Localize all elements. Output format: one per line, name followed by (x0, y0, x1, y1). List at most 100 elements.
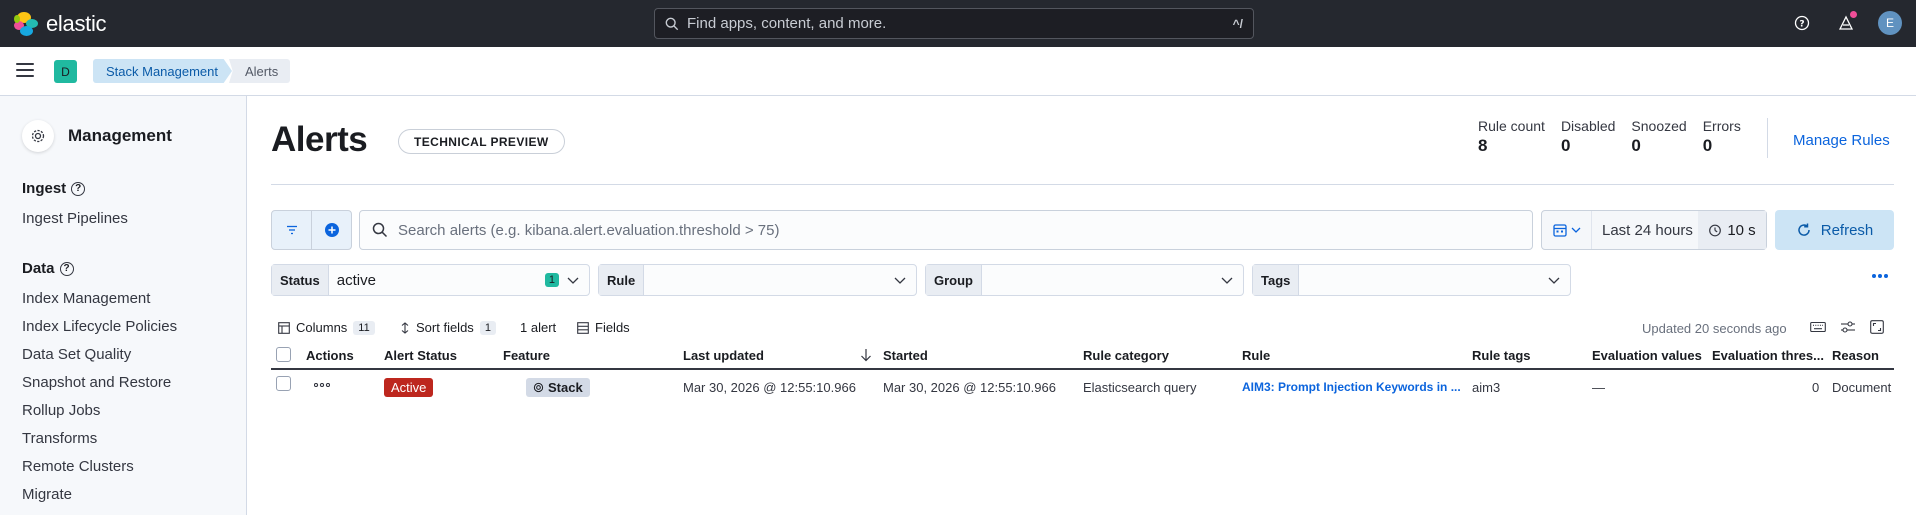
fields-button[interactable]: Fields (577, 320, 630, 335)
help-icon[interactable]: ? (59, 261, 74, 276)
sidebar-item-rollup-jobs[interactable]: Rollup Jobs (22, 402, 100, 419)
column-header-started[interactable]: Started (883, 348, 928, 363)
column-header-feature[interactable]: Feature (503, 348, 550, 363)
menu-toggle-icon[interactable] (16, 63, 34, 79)
sort-count-badge: 1 (479, 320, 496, 335)
column-header-alert-status[interactable]: Alert Status (384, 348, 457, 363)
column-header-rule-tags[interactable]: Rule tags (1472, 348, 1531, 363)
sort-descending-icon[interactable] (860, 348, 872, 362)
header-divider (271, 184, 1894, 185)
breadcrumb-bar: D Stack Management Alerts (0, 47, 1916, 96)
more-actions-icon[interactable] (314, 383, 330, 387)
row-select-checkbox[interactable] (276, 376, 291, 391)
stat-value: 0 (1560, 136, 1571, 155)
cell-started: Mar 30, 2026 @ 12:55:10.966 (883, 380, 1056, 395)
stat-label: Rule count (1478, 118, 1545, 134)
filter-menu-button[interactable] (272, 211, 312, 249)
breadcrumb-stack-management[interactable]: Stack Management (93, 59, 233, 83)
search-icon (665, 17, 679, 30)
grid-display-controls (1810, 320, 1884, 334)
news-feed-icon[interactable] (1834, 11, 1858, 35)
refresh-button[interactable]: Refresh (1775, 210, 1894, 250)
cell-rule-link[interactable]: AIM3: Prompt Injection Keywords in ... (1242, 380, 1461, 394)
breadcrumb-alerts: Alerts (229, 59, 291, 83)
elastic-logo[interactable]: elastic (14, 11, 107, 37)
column-header-last-updated[interactable]: Last updated (683, 348, 764, 363)
stat-rule-count: Rule count 8 (1478, 118, 1545, 156)
sort-icon (401, 321, 409, 334)
display-settings-icon[interactable] (1840, 320, 1856, 334)
status-badge: Active (384, 378, 434, 397)
help-icon[interactable]: ? (71, 181, 86, 196)
sidebar-item-ingest-pipelines[interactable]: Ingest Pipelines (22, 210, 128, 227)
column-header-evaluation-values[interactable]: Evaluation values (1592, 348, 1702, 363)
column-header-reason[interactable]: Reason (1832, 348, 1879, 363)
svg-text:?: ? (1799, 20, 1804, 30)
technical-preview-badge[interactable]: TECHNICAL PREVIEW (398, 129, 565, 154)
chevron-down-icon (567, 277, 579, 284)
tags-filter[interactable]: Tags (1252, 264, 1571, 296)
auto-refresh-interval[interactable]: 10 s (1698, 211, 1766, 249)
sidebar-item-remote-clusters[interactable]: Remote Clusters (22, 458, 134, 475)
column-header-actions[interactable]: Actions (306, 348, 354, 363)
column-header-rule[interactable]: Rule (1242, 348, 1270, 363)
stat-label: Snoozed (1631, 118, 1687, 134)
date-range-value[interactable]: Last 24 hours (1592, 222, 1698, 239)
column-header-evaluation-threshold[interactable]: Evaluation thres... (1712, 348, 1824, 363)
help-icon[interactable]: ? (1790, 11, 1814, 35)
sidebar-item-snapshot-and-restore[interactable]: Snapshot and Restore (22, 374, 171, 391)
cell-last-updated: Mar 30, 2026 @ 12:55:10.966 (683, 380, 856, 395)
fullscreen-icon[interactable] (1870, 320, 1884, 334)
filter-label: Tags (1253, 265, 1300, 295)
sidebar-item-index-lifecycle-policies[interactable]: Index Lifecycle Policies (22, 318, 177, 335)
sidebar-section-data: Data ? (22, 260, 74, 277)
cell-rule-category: Elasticsearch query (1083, 380, 1197, 395)
sidebar-item-data-set-quality[interactable]: Data Set Quality (22, 346, 131, 363)
stat-disabled: Disabled 0 (1561, 118, 1615, 156)
feature-label: Stack (548, 380, 583, 395)
columns-count-badge: 11 (353, 320, 375, 335)
sidebar-item-migrate[interactable]: Migrate (22, 486, 72, 503)
refresh-label: Refresh (1820, 221, 1874, 239)
manage-rules-link[interactable]: Manage Rules (1793, 132, 1890, 149)
filter-buttons (271, 210, 352, 250)
group-filter[interactable]: Group (925, 264, 1244, 296)
columns-button[interactable]: Columns 11 (278, 320, 375, 335)
chevron-down-icon (1571, 227, 1580, 233)
cell-evaluation-values: — (1592, 380, 1605, 395)
global-search-input[interactable]: Find apps, content, and more. ^/ (654, 8, 1254, 39)
page-title: Alerts (271, 120, 368, 159)
filter-label: Status (272, 265, 329, 295)
table-row: Active Stack Mar 30, 2026 @ 12:55:10.966… (271, 370, 1894, 404)
column-header-rule-category[interactable]: Rule category (1083, 348, 1169, 363)
columns-label: Columns (296, 320, 348, 335)
sidebar-item-index-management[interactable]: Index Management (22, 290, 150, 307)
filter-value: active (336, 271, 376, 289)
space-avatar[interactable]: D (54, 60, 77, 83)
sidebar-item-transforms[interactable]: Transforms (22, 430, 97, 447)
search-shortcut: ^/ (1232, 16, 1243, 31)
fields-label: Fields (595, 320, 630, 335)
status-filter[interactable]: Status active 1 (271, 264, 590, 296)
quick-date-menu-button[interactable] (1542, 211, 1592, 249)
sidebar-section-ingest: Ingest ? (22, 180, 86, 197)
rule-filter[interactable]: Rule (598, 264, 917, 296)
stat-snoozed: Snoozed 0 (1631, 118, 1686, 156)
add-filter-button[interactable] (312, 211, 351, 249)
cell-evaluation-threshold: 0 (1812, 380, 1820, 395)
sort-label: Sort fields (416, 320, 474, 335)
sidebar-section-label: Data (22, 260, 55, 277)
gear-icon (533, 382, 544, 393)
sidebar-header: Management (22, 120, 172, 152)
keyboard-icon[interactable] (1810, 320, 1826, 334)
sort-fields-button[interactable]: Sort fields 1 (400, 320, 496, 335)
stats-divider (1767, 118, 1768, 158)
cell-rule-tags: aim3 (1472, 380, 1501, 395)
select-all-checkbox[interactable] (276, 347, 291, 362)
more-filters-icon[interactable] (1872, 274, 1888, 278)
notification-dot (1850, 11, 1857, 18)
user-avatar[interactable]: E (1878, 11, 1902, 35)
last-updated-text: Updated 20 seconds ago (1642, 321, 1787, 336)
alerts-search-input[interactable]: Search alerts (e.g. kibana.alert.evaluat… (359, 210, 1533, 250)
main-content: Alerts TECHNICAL PREVIEW Rule count 8 Di… (248, 96, 1916, 515)
